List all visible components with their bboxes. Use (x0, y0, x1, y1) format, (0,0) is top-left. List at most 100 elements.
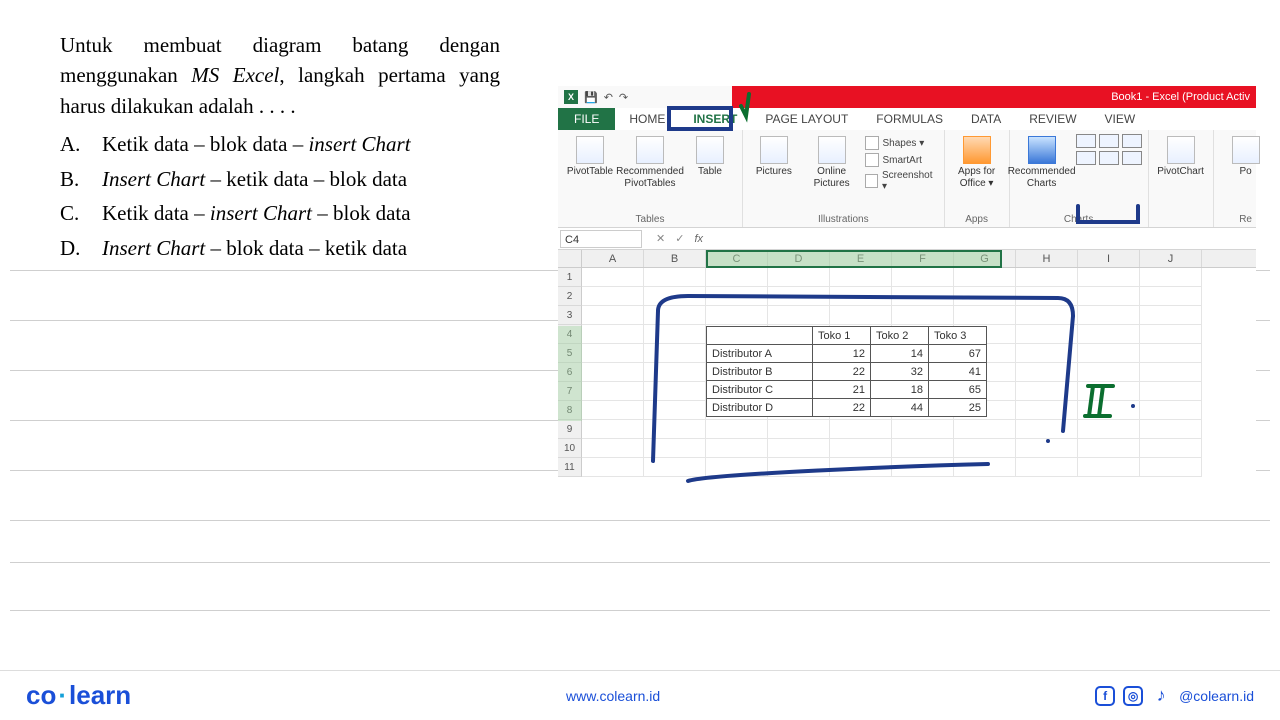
undo-icon[interactable]: ↶ (604, 91, 613, 104)
cell-J1[interactable] (1140, 268, 1202, 287)
cell-H6[interactable] (1016, 363, 1078, 382)
cell-I5[interactable] (1078, 344, 1140, 363)
cell-C9[interactable] (706, 420, 768, 439)
smartart-button[interactable]: SmartArt (865, 153, 938, 167)
cell-J4[interactable] (1140, 325, 1202, 344)
cell-A6[interactable] (582, 363, 644, 382)
pivot-table-button[interactable]: PivotTable (564, 134, 616, 178)
cell-I4[interactable] (1078, 325, 1140, 344)
option-C[interactable]: C.Ketik data – insert Chart – blok data (60, 198, 500, 228)
cell-I1[interactable] (1078, 268, 1140, 287)
save-icon[interactable]: 💾 (584, 91, 598, 104)
cell-B6[interactable] (644, 363, 706, 382)
tab-page-layout[interactable]: PAGE LAYOUT (751, 108, 862, 130)
cell-H2[interactable] (1016, 287, 1078, 306)
cell-A2[interactable] (582, 287, 644, 306)
col-header-H[interactable]: H (1016, 250, 1078, 267)
name-box[interactable]: C4 (560, 230, 642, 248)
cell-G1[interactable] (954, 268, 1016, 287)
cell-D3[interactable] (768, 306, 830, 325)
apps-for-office-button[interactable]: Apps for Office ▾ (951, 134, 1003, 189)
tiktok-icon[interactable]: ♪ (1151, 686, 1171, 706)
cell-A4[interactable] (582, 325, 644, 344)
row-header-7[interactable]: 7 (558, 382, 582, 401)
col-header-G[interactable]: G (954, 250, 1016, 267)
cell-E2[interactable] (830, 287, 892, 306)
option-D[interactable]: D.Insert Chart – blok data – ketik data (60, 233, 500, 263)
cell-F9[interactable] (892, 420, 954, 439)
cell-I6[interactable] (1078, 363, 1140, 382)
cell-D1[interactable] (768, 268, 830, 287)
cell-H10[interactable] (1016, 439, 1078, 458)
cell-F11[interactable] (892, 458, 954, 477)
cell-C11[interactable] (706, 458, 768, 477)
cell-H1[interactable] (1016, 268, 1078, 287)
cell-J9[interactable] (1140, 420, 1202, 439)
recommended-charts-button[interactable]: Recommended Charts (1016, 134, 1068, 189)
col-header-E[interactable]: E (830, 250, 892, 267)
cell-J5[interactable] (1140, 344, 1202, 363)
cell-A10[interactable] (582, 439, 644, 458)
cell-C3[interactable] (706, 306, 768, 325)
cell-A11[interactable] (582, 458, 644, 477)
row-header-5[interactable]: 5 (558, 344, 582, 363)
tab-insert[interactable]: INSERT (679, 108, 751, 130)
cell-H5[interactable] (1016, 344, 1078, 363)
row-header-8[interactable]: 8 (558, 401, 582, 420)
cell-B7[interactable] (644, 382, 706, 401)
fx-icon[interactable]: fx (694, 233, 703, 245)
shapes-button[interactable]: Shapes ▾ (865, 136, 938, 150)
cancel-icon[interactable]: ✕ (656, 232, 665, 245)
cell-I7[interactable] (1078, 382, 1140, 401)
pivotchart-button[interactable]: PivotChart (1155, 134, 1207, 178)
cell-J2[interactable] (1140, 287, 1202, 306)
cell-F2[interactable] (892, 287, 954, 306)
cell-J10[interactable] (1140, 439, 1202, 458)
cell-H9[interactable] (1016, 420, 1078, 439)
cell-C10[interactable] (706, 439, 768, 458)
cell-E1[interactable] (830, 268, 892, 287)
col-header-D[interactable]: D (768, 250, 830, 267)
cell-E11[interactable] (830, 458, 892, 477)
cell-G10[interactable] (954, 439, 1016, 458)
row-header-1[interactable]: 1 (558, 268, 582, 287)
row-header-6[interactable]: 6 (558, 363, 582, 382)
tab-home[interactable]: HOME (615, 108, 679, 130)
enter-icon[interactable]: ✓ (675, 232, 684, 245)
cell-I9[interactable] (1078, 420, 1140, 439)
cell-H4[interactable] (1016, 325, 1078, 344)
worksheet-grid[interactable]: ABCDEFGHIJ 1234567891011 Toko 1Toko 2Tok… (558, 250, 1256, 506)
row-header-11[interactable]: 11 (558, 458, 582, 477)
tab-view[interactable]: VIEW (1091, 108, 1150, 130)
cell-I3[interactable] (1078, 306, 1140, 325)
cell-B4[interactable] (644, 325, 706, 344)
power-view-button[interactable]: Po (1220, 134, 1272, 178)
cell-C1[interactable] (706, 268, 768, 287)
option-A[interactable]: A.Ketik data – blok data – insert Chart (60, 129, 500, 159)
tab-data[interactable]: DATA (957, 108, 1015, 130)
social-handle[interactable]: @colearn.id (1179, 688, 1254, 704)
row-header-3[interactable]: 3 (558, 306, 582, 325)
option-B[interactable]: B.Insert Chart – ketik data – blok data (60, 164, 500, 194)
cell-I8[interactable] (1078, 401, 1140, 420)
cell-A1[interactable] (582, 268, 644, 287)
cell-D11[interactable] (768, 458, 830, 477)
online-pictures-button[interactable]: Online Pictures (807, 134, 857, 189)
cell-J6[interactable] (1140, 363, 1202, 382)
col-header-A[interactable]: A (582, 250, 644, 267)
instagram-icon[interactable]: ◎ (1123, 686, 1143, 706)
col-header-J[interactable]: J (1140, 250, 1202, 267)
col-header-B[interactable]: B (644, 250, 706, 267)
cell-C2[interactable] (706, 287, 768, 306)
cell-B9[interactable] (644, 420, 706, 439)
cell-F1[interactable] (892, 268, 954, 287)
cell-B11[interactable] (644, 458, 706, 477)
col-header-I[interactable]: I (1078, 250, 1140, 267)
cell-E9[interactable] (830, 420, 892, 439)
cell-B2[interactable] (644, 287, 706, 306)
select-all-corner[interactable] (558, 250, 582, 267)
tab-formulas[interactable]: FORMULAS (862, 108, 957, 130)
cell-H11[interactable] (1016, 458, 1078, 477)
cell-D10[interactable] (768, 439, 830, 458)
cell-G11[interactable] (954, 458, 1016, 477)
